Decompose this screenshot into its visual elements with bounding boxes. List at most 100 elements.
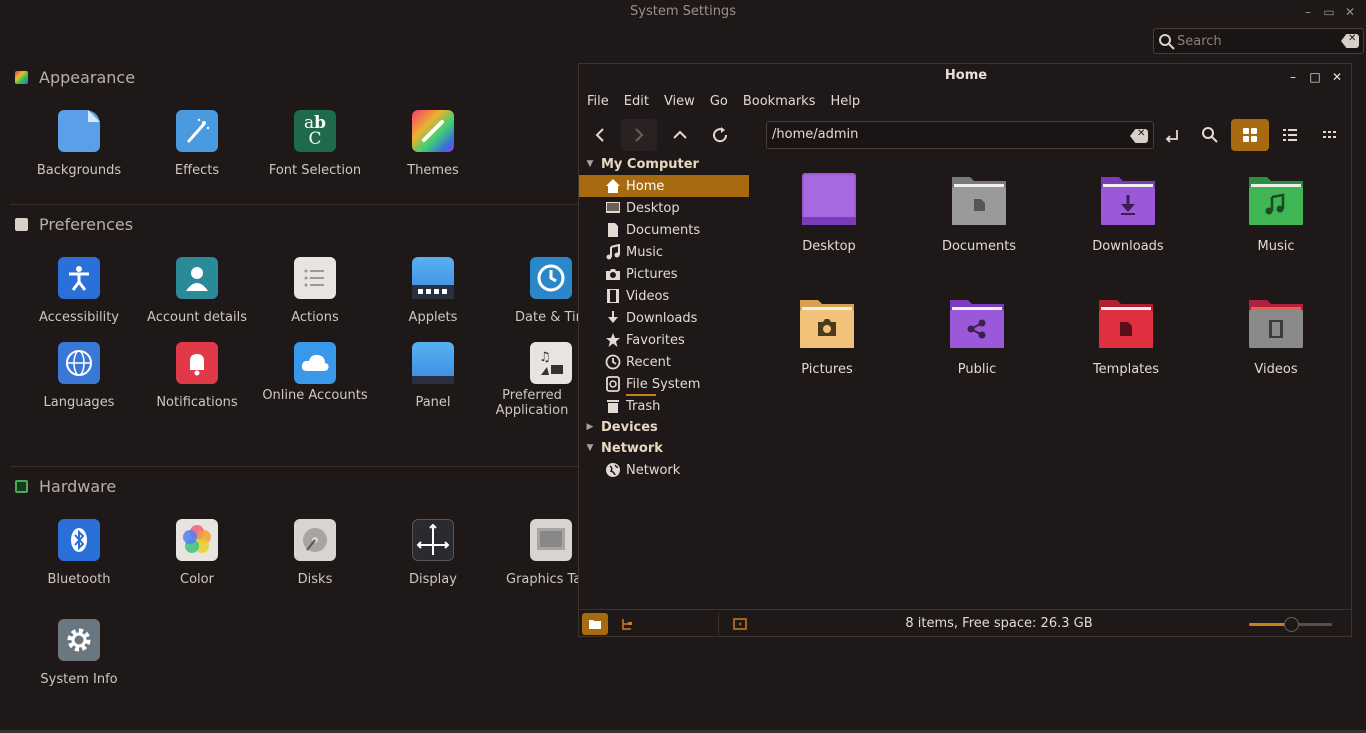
settings-preferred-applications[interactable]: ♫ Preferred Application xyxy=(492,342,578,418)
search-box[interactable] xyxy=(1153,28,1364,54)
sidebar-item-videos[interactable]: Videos xyxy=(579,285,749,307)
camera-icon xyxy=(605,266,621,282)
settings-account-details[interactable]: Account details xyxy=(138,257,256,325)
sidebar-item-downloads[interactable]: Downloads xyxy=(579,307,749,329)
settings-accessibility[interactable]: Accessibility xyxy=(20,257,138,325)
zoom-slider[interactable] xyxy=(1249,617,1332,632)
show-tree-button[interactable] xyxy=(614,613,640,635)
sidebar-section-devices[interactable]: ▶ Devices xyxy=(579,417,658,437)
settings-bluetooth[interactable]: Bluetooth xyxy=(20,519,138,587)
compact-view-button[interactable] xyxy=(1312,119,1348,151)
settings-font-selection[interactable]: ab C Font Selection xyxy=(256,110,374,178)
reload-button[interactable] xyxy=(702,119,738,151)
settings-date-time[interactable]: Date & Tim xyxy=(492,257,578,325)
sidebar-section-network[interactable]: ▼ Network xyxy=(579,438,663,458)
list-icon xyxy=(1283,129,1297,141)
item-label: Preferred Application xyxy=(495,388,569,418)
back-button[interactable] xyxy=(582,119,618,151)
folder-music[interactable]: Music xyxy=(1216,171,1336,254)
zoom-handle[interactable] xyxy=(1283,617,1299,632)
clock-icon xyxy=(530,257,572,299)
sidebar-label: File System xyxy=(626,376,701,392)
sidebar-item-desktop[interactable]: Desktop xyxy=(579,197,749,219)
search-button[interactable] xyxy=(1192,119,1228,151)
settings-themes[interactable]: Themes xyxy=(374,110,492,178)
folder-videos[interactable]: Videos xyxy=(1216,294,1336,377)
icon-view-button[interactable] xyxy=(1231,119,1269,151)
grid-icon xyxy=(1243,128,1257,142)
sidebar-item-home[interactable]: Home xyxy=(579,175,749,197)
path-input[interactable] xyxy=(772,127,1102,142)
minimize-button[interactable]: – xyxy=(1285,69,1301,85)
settings-color[interactable]: Color xyxy=(138,519,256,587)
desktop-icon xyxy=(605,200,621,216)
sidebar-item-network[interactable]: Network xyxy=(579,459,749,481)
location-bar[interactable] xyxy=(766,121,1154,149)
search-input[interactable] xyxy=(1177,32,1337,50)
toggle-location-button[interactable] xyxy=(1153,119,1189,151)
sidebar-item-trash[interactable]: Trash xyxy=(579,395,749,417)
menu-go[interactable]: Go xyxy=(710,94,728,109)
clock-icon xyxy=(605,354,621,370)
settings-actions[interactable]: Actions xyxy=(256,257,374,325)
folder-documents[interactable]: Documents xyxy=(919,171,1039,254)
list-view-button[interactable] xyxy=(1272,119,1308,151)
account-icon xyxy=(176,257,218,299)
sidebar-label: Home xyxy=(626,178,665,194)
folder-label: Videos xyxy=(1254,362,1298,377)
section-title: Preferences xyxy=(39,214,134,234)
settings-graphics-tablet[interactable]: Graphics Tab xyxy=(492,519,578,587)
sidebar-item-recent[interactable]: Recent xyxy=(579,351,749,373)
file-manager-window: Home – □ ✕ File Edit View Go Bookmarks H… xyxy=(578,63,1352,637)
settings-languages[interactable]: Languages xyxy=(20,342,138,410)
settings-disks[interactable]: Disks xyxy=(256,519,374,587)
applets-icon xyxy=(412,257,454,299)
up-button[interactable] xyxy=(662,119,698,151)
folder-templates[interactable]: Templates xyxy=(1066,294,1186,377)
settings-system-info[interactable]: System Info xyxy=(20,619,138,687)
menu-bookmarks[interactable]: Bookmarks xyxy=(743,94,816,109)
clear-search-icon[interactable] xyxy=(1341,34,1359,48)
folder-desktop[interactable]: Desktop xyxy=(769,171,889,254)
close-button[interactable]: ✕ xyxy=(1340,3,1360,21)
folder-downloads[interactable]: Downloads xyxy=(1068,171,1188,254)
chevron-left-icon xyxy=(595,128,604,142)
close-button[interactable]: ✕ xyxy=(1329,69,1345,85)
menu-help[interactable]: Help xyxy=(830,94,860,109)
settings-display[interactable]: Display xyxy=(374,519,492,587)
star-icon xyxy=(605,332,621,348)
clear-path-icon[interactable] xyxy=(1130,129,1148,143)
section-label: Devices xyxy=(601,419,658,435)
settings-online-accounts[interactable]: Online Accounts xyxy=(256,342,374,403)
chevron-right-icon xyxy=(635,128,644,142)
item-label: Date & Tim xyxy=(515,310,578,325)
menu-edit[interactable]: Edit xyxy=(624,94,649,109)
settings-backgrounds[interactable]: Backgrounds xyxy=(20,110,138,178)
folder-pictures[interactable]: Pictures xyxy=(767,294,887,377)
maximize-button[interactable]: □ xyxy=(1307,69,1323,85)
settings-applets[interactable]: Applets xyxy=(374,257,492,325)
document-icon xyxy=(605,222,621,238)
sidebar-item-favorites[interactable]: Favorites xyxy=(579,329,749,351)
menu-view[interactable]: View xyxy=(664,94,695,109)
accessibility-icon xyxy=(58,257,100,299)
section-label: My Computer xyxy=(601,156,699,172)
sidebar-item-music[interactable]: Music xyxy=(579,241,749,263)
minimize-button[interactable]: – xyxy=(1298,3,1318,21)
settings-panel[interactable]: Panel xyxy=(374,342,492,410)
settings-effects[interactable]: Effects xyxy=(138,110,256,178)
panel-icon xyxy=(412,342,454,384)
sidebar-section-my-computer[interactable]: ▼ My Computer xyxy=(579,154,699,174)
show-places-button[interactable] xyxy=(582,613,608,635)
sidebar-item-pictures[interactable]: Pictures xyxy=(579,263,749,285)
folder-public[interactable]: Public xyxy=(917,294,1037,377)
sidebar-item-file-system[interactable]: File System xyxy=(579,373,749,396)
item-label: Font Selection xyxy=(268,163,362,178)
settings-notifications[interactable]: Notifications xyxy=(138,342,256,410)
maximize-button[interactable]: ▭ xyxy=(1319,3,1339,21)
toggle-sidebar-button[interactable] xyxy=(727,613,753,635)
sidebar-item-documents[interactable]: Documents xyxy=(579,219,749,241)
folder-view: Desktop Documents Downloads Music Pictur… xyxy=(749,154,1351,604)
forward-button[interactable] xyxy=(621,119,657,151)
menu-file[interactable]: File xyxy=(587,94,609,109)
